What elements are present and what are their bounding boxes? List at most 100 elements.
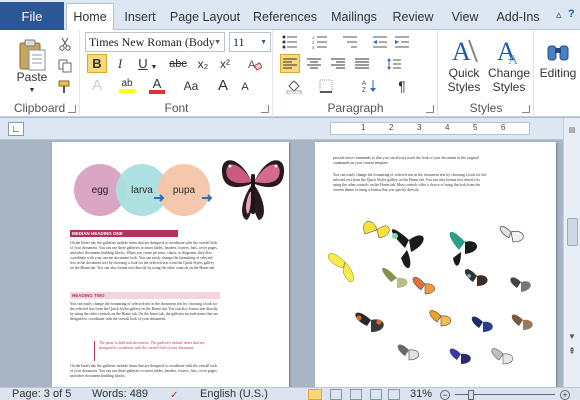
copy-icon[interactable] xyxy=(55,56,75,75)
clipboard-group: Paste ▼ Clipboard xyxy=(0,30,80,117)
paragraph-launcher-icon[interactable] xyxy=(426,105,434,113)
multilevel-list-icon[interactable] xyxy=(340,32,360,51)
tab-page-layout[interactable]: Page Layout xyxy=(166,4,244,30)
butterfly-collage-image xyxy=(327,221,533,365)
tab-selector[interactable]: ∟ xyxy=(8,122,24,136)
clipboard-launcher-icon[interactable] xyxy=(68,105,76,113)
zoom-slider-thumb[interactable] xyxy=(468,390,474,400)
grow-font-button[interactable]: A xyxy=(213,76,233,95)
underline-dropdown-icon[interactable]: ▼ xyxy=(149,58,159,77)
format-painter-icon[interactable] xyxy=(55,77,75,96)
quick-styles-label: Quick xyxy=(448,66,480,80)
draft-view-icon[interactable] xyxy=(388,389,400,400)
tab-insert[interactable]: Insert xyxy=(118,4,162,30)
justify-icon[interactable] xyxy=(352,54,372,73)
tab-file[interactable]: File xyxy=(0,2,64,30)
font-size-combo[interactable]: 11 ▼ xyxy=(229,32,271,52)
font-size-value: 11 xyxy=(233,34,245,49)
borders-icon[interactable] xyxy=(316,76,336,95)
increase-indent-icon[interactable] xyxy=(392,32,412,51)
status-bar: Page: 3 of 5 Words: 489 ✓ English (U.S.)… xyxy=(0,387,580,400)
shading-icon[interactable] xyxy=(284,76,304,95)
zoom-out-icon[interactable]: − xyxy=(440,390,450,400)
word-window: File Home Insert Page Layout References … xyxy=(0,0,580,400)
text-highlight-icon[interactable]: ab xyxy=(117,76,137,95)
italic-button[interactable]: I xyxy=(110,54,130,73)
scrollbar-thumb[interactable] xyxy=(567,218,578,246)
right-body-paragraph-2: You can easily change the formatting of … xyxy=(333,173,487,192)
zoom-in-icon[interactable]: + xyxy=(560,390,570,400)
horizontal-ruler[interactable]: 1 2 3 4 5 6 xyxy=(330,122,530,135)
page-left[interactable]: egg larva pupa MEDIAN HEADING ONE On the… xyxy=(52,142,289,387)
align-right-icon[interactable] xyxy=(328,54,348,73)
align-center-icon[interactable] xyxy=(304,54,324,73)
page-indicator[interactable]: Page: 3 of 5 xyxy=(12,388,71,400)
tab-review[interactable]: Review xyxy=(390,4,436,30)
tab-view[interactable]: View xyxy=(445,4,485,30)
word-count[interactable]: Words: 489 xyxy=(92,388,148,400)
zoom-level[interactable]: 31% xyxy=(410,388,432,400)
numbering-icon[interactable]: 123 xyxy=(310,32,330,51)
ribbon: Paste ▼ Clipboard Times New Roman (Body … xyxy=(0,30,580,117)
butterfly-image xyxy=(221,160,285,220)
font-launcher-icon[interactable] xyxy=(261,105,269,113)
minimize-ribbon-icon[interactable]: ▵ xyxy=(556,8,562,21)
full-screen-reading-icon[interactable] xyxy=(330,389,342,400)
font-color-icon[interactable]: A xyxy=(147,76,167,95)
svg-text:A: A xyxy=(362,81,366,87)
paste-dropdown-icon[interactable]: ▼ xyxy=(26,86,38,94)
align-left-icon[interactable] xyxy=(280,54,300,73)
subscript-button[interactable]: x₂ xyxy=(193,54,213,73)
heading-one: MEDIAN HEADING ONE xyxy=(70,230,178,237)
superscript-button[interactable]: x² xyxy=(215,54,235,73)
svg-text:A: A xyxy=(508,53,519,66)
quick-styles-icon: A xyxy=(452,37,478,66)
vertical-scrollbar[interactable]: ▤ ▼ ⇞ xyxy=(563,118,580,387)
line-spacing-icon[interactable] xyxy=(384,54,404,73)
font-group-label: Font xyxy=(164,101,189,115)
scroll-down-arrow-icon[interactable]: ▼ xyxy=(566,332,578,342)
web-layout-icon[interactable] xyxy=(350,389,362,400)
change-case-button[interactable]: Aa xyxy=(177,76,205,95)
chevron-down-icon[interactable]: ▼ xyxy=(260,39,267,46)
svg-text:Z: Z xyxy=(362,88,366,93)
tab-home[interactable]: Home xyxy=(66,3,114,30)
editing-button[interactable]: Editing xyxy=(537,32,579,88)
ruler-toggle-icon[interactable]: ▤ xyxy=(566,126,578,136)
ruler-number: 4 xyxy=(445,123,450,132)
body-paragraph-3: On the Insert tab, the galleries include… xyxy=(70,364,218,378)
font-group: Times New Roman (Body ▼ 11 ▼ B I U ▼ abc… xyxy=(81,30,273,117)
paste-label[interactable]: Paste xyxy=(12,70,52,84)
clear-formatting-icon[interactable]: A xyxy=(245,54,265,73)
help-icon[interactable]: ? xyxy=(568,8,575,20)
shrink-font-button[interactable]: A xyxy=(235,77,255,96)
tab-references[interactable]: References xyxy=(250,4,320,30)
styles-launcher-icon[interactable] xyxy=(522,105,530,113)
previous-page-icon[interactable]: ⇞ xyxy=(566,346,578,356)
quick-styles-button[interactable]: A Quick Styles xyxy=(442,32,486,98)
svg-text:A: A xyxy=(452,37,471,66)
proofing-icon[interactable]: ✓ xyxy=(170,389,178,400)
ribbon-tab-bar: File Home Insert Page Layout References … xyxy=(0,0,580,30)
bold-button[interactable]: B xyxy=(87,54,107,73)
show-formatting-icon[interactable]: ¶ xyxy=(392,76,412,95)
outline-view-icon[interactable] xyxy=(370,389,382,400)
font-name-combo[interactable]: Times New Roman (Body ▼ xyxy=(85,32,225,52)
ruler-number: 5 xyxy=(473,123,478,132)
tab-addins[interactable]: Add-Ins xyxy=(490,4,546,30)
decrease-indent-icon[interactable] xyxy=(370,32,390,51)
tab-mailings[interactable]: Mailings xyxy=(325,4,383,30)
bullets-icon[interactable] xyxy=(280,32,300,51)
language-indicator[interactable]: English (U.S.) xyxy=(200,388,268,400)
chevron-down-icon[interactable]: ▼ xyxy=(214,39,221,46)
heading-two: HEADING TWO xyxy=(70,292,220,299)
page-right[interactable]: provide more commands so that you can al… xyxy=(315,142,556,387)
change-styles-button[interactable]: AA Change Styles xyxy=(485,32,533,98)
text-effects-icon[interactable]: A xyxy=(87,76,107,95)
right-body-paragraph-1: provide more commands so that you can al… xyxy=(333,156,479,165)
sort-icon[interactable]: AZ xyxy=(360,76,380,95)
cut-icon[interactable] xyxy=(55,34,75,53)
change-styles-label: Change xyxy=(487,66,531,80)
print-layout-icon[interactable] xyxy=(308,389,322,400)
strikethrough-button[interactable]: abc xyxy=(165,54,191,73)
